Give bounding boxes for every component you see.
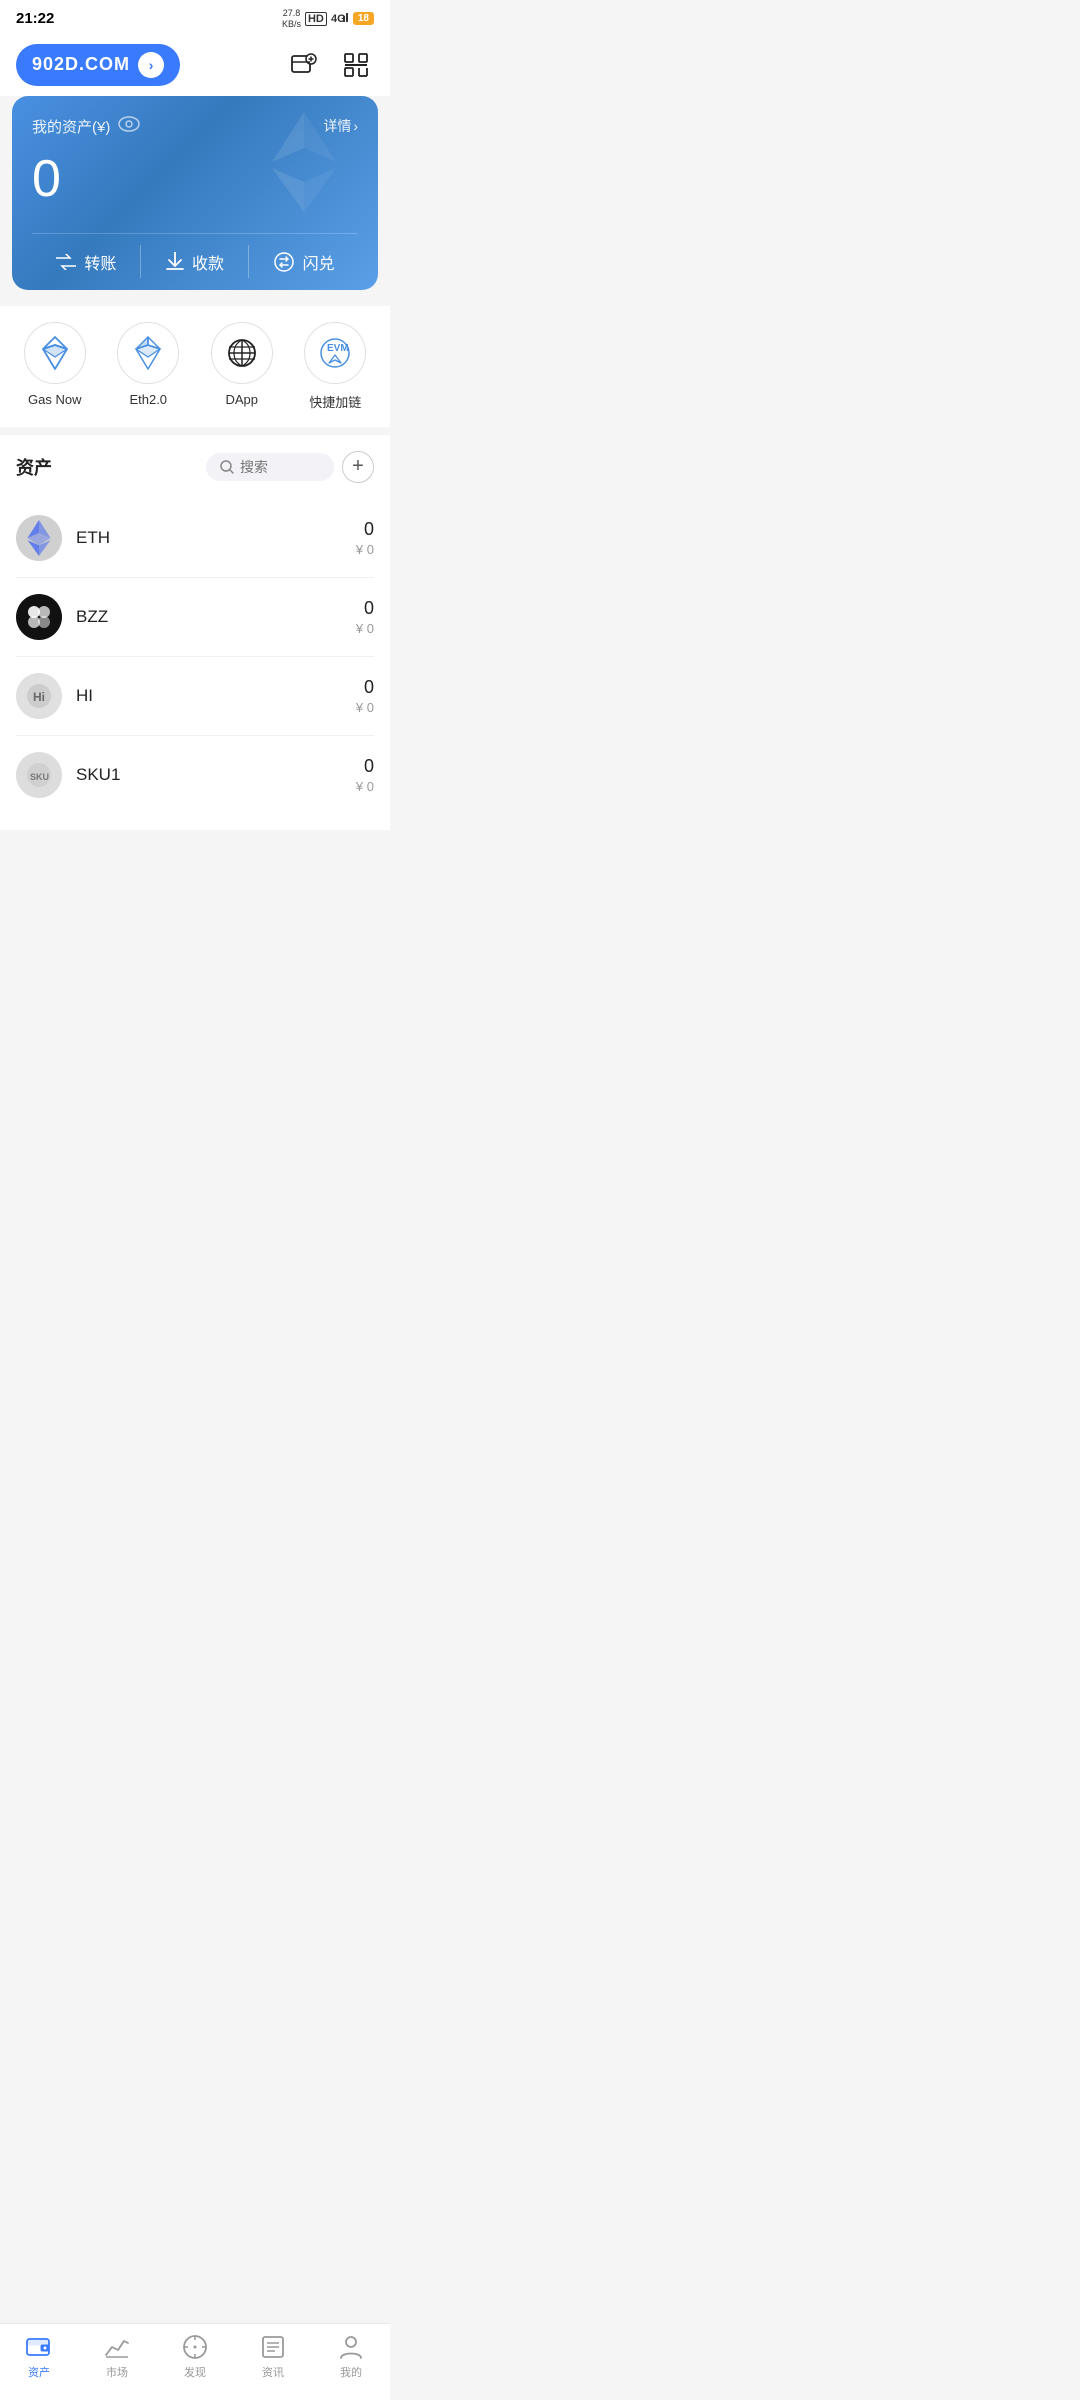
- swap-label: 闪兑: [303, 250, 335, 274]
- bzz-logo: [16, 594, 62, 640]
- receive-button[interactable]: 收款: [141, 234, 250, 290]
- receive-label: 收款: [192, 250, 224, 274]
- asset-label: 我的资产(¥): [32, 116, 140, 137]
- battery-icon: 18: [353, 12, 374, 25]
- profile-icon: [338, 2334, 364, 2360]
- assets-section: 资产 +: [0, 435, 390, 830]
- asset-info-bzz: BZZ: [76, 607, 356, 627]
- hi-cny: ¥ 0: [356, 700, 374, 715]
- sku1-cny: ¥ 0: [356, 779, 374, 794]
- asset-info-sku1: SKU1: [76, 765, 356, 785]
- assets-title: 资产: [16, 454, 52, 480]
- network-icon: 4G: [331, 10, 349, 27]
- search-input[interactable]: [240, 459, 320, 475]
- bottom-nav: 资产 市场 发现: [0, 2323, 390, 2400]
- asset-name-bzz: BZZ: [76, 607, 356, 627]
- status-bar: 21:22 27.8 KB/s HD 4G 18: [0, 0, 390, 34]
- quick-action-eth2[interactable]: Eth2.0: [117, 322, 179, 411]
- assets-header: 资产 +: [16, 451, 374, 483]
- nav-item-assets[interactable]: 资产: [9, 2334, 69, 2380]
- add-chain-label: 快捷加链: [309, 392, 361, 411]
- asset-values-hi: 0 ¥ 0: [356, 677, 374, 715]
- search-icon: [220, 460, 234, 474]
- asset-actions: 转账 收款 闪兑: [32, 233, 358, 290]
- logo-arrow-icon: ›: [138, 52, 164, 78]
- sku1-logo: SKU: [16, 752, 62, 798]
- eth-logo: [16, 515, 62, 561]
- gas-now-icon: [24, 322, 86, 384]
- asset-item-hi[interactable]: Hi HI 0 ¥ 0: [16, 657, 374, 736]
- asset-list: ETH 0 ¥ 0 BZZ 0 ¥ 0: [16, 499, 374, 814]
- hd-badge: HD: [305, 12, 327, 26]
- bzz-balance: 0: [356, 598, 374, 619]
- nav-label-profile: 我的: [340, 2364, 362, 2380]
- nav-label-market: 市场: [106, 2364, 128, 2380]
- chart-icon: [104, 2334, 130, 2360]
- search-bar: +: [206, 451, 374, 483]
- eye-icon[interactable]: [118, 116, 140, 136]
- asset-info-eth: ETH: [76, 528, 356, 548]
- status-icons: 27.8 KB/s HD 4G 18: [282, 8, 374, 30]
- asset-item-bzz[interactable]: BZZ 0 ¥ 0: [16, 578, 374, 657]
- svg-text:Hi: Hi: [33, 690, 45, 704]
- eth2-icon: [117, 322, 179, 384]
- asset-item-sku1[interactable]: SKU SKU1 0 ¥ 0: [16, 736, 374, 814]
- nav-label-news: 资讯: [262, 2364, 284, 2380]
- bzz-cny: ¥ 0: [356, 621, 374, 636]
- search-input-wrap[interactable]: [206, 453, 334, 481]
- dapp-label: DApp: [225, 392, 258, 407]
- scan-plus-button[interactable]: [286, 47, 322, 83]
- asset-item-eth[interactable]: ETH 0 ¥ 0: [16, 499, 374, 578]
- hi-balance: 0: [356, 677, 374, 698]
- app-header: 902D.COM ›: [0, 34, 390, 96]
- asset-name-hi: HI: [76, 686, 356, 706]
- asset-name-eth: ETH: [76, 528, 356, 548]
- logo-button[interactable]: 902D.COM ›: [16, 44, 180, 86]
- asset-values-eth: 0 ¥ 0: [356, 519, 374, 557]
- nav-item-profile[interactable]: 我的: [321, 2334, 381, 2380]
- nav-label-discover: 发现: [184, 2364, 206, 2380]
- wallet-icon: [26, 2334, 52, 2360]
- eth2-label: Eth2.0: [129, 392, 167, 407]
- speed-indicator: 27.8 KB/s: [282, 8, 301, 30]
- nav-item-news[interactable]: 资讯: [243, 2334, 303, 2380]
- svg-text:SKU: SKU: [30, 772, 49, 782]
- nav-item-discover[interactable]: 发现: [165, 2334, 225, 2380]
- eth-cny: ¥ 0: [356, 542, 374, 557]
- transfer-label: 转账: [84, 250, 116, 274]
- quick-action-gas-now[interactable]: Gas Now: [24, 322, 86, 411]
- asset-values-sku1: 0 ¥ 0: [356, 756, 374, 794]
- swap-button[interactable]: 闪兑: [249, 234, 358, 290]
- transfer-button[interactable]: 转账: [32, 234, 141, 290]
- eth-balance: 0: [356, 519, 374, 540]
- header-actions: [286, 47, 374, 83]
- quick-action-add-chain[interactable]: EVM 快捷加链: [304, 322, 366, 411]
- gas-now-label: Gas Now: [28, 392, 81, 407]
- news-icon: [260, 2334, 286, 2360]
- quick-action-dapp[interactable]: DApp: [211, 322, 273, 411]
- asset-values-bzz: 0 ¥ 0: [356, 598, 374, 636]
- quick-actions: Gas Now Eth2.0 DApp: [0, 306, 390, 427]
- logo-text: 902D.COM: [32, 54, 130, 75]
- nav-label-assets: 资产: [28, 2364, 50, 2380]
- compass-nav-icon: [182, 2334, 208, 2360]
- add-asset-button[interactable]: +: [342, 451, 374, 483]
- hi-logo: Hi: [16, 673, 62, 719]
- sku1-balance: 0: [356, 756, 374, 777]
- asset-info-hi: HI: [76, 686, 356, 706]
- status-time: 21:22: [16, 10, 54, 27]
- scan-button[interactable]: [338, 47, 374, 83]
- asset-name-sku1: SKU1: [76, 765, 356, 785]
- asset-card: 我的资产(¥) 详情 › 0: [12, 96, 378, 290]
- svg-text:EVM: EVM: [327, 343, 349, 354]
- dapp-icon: [211, 322, 273, 384]
- nav-item-market[interactable]: 市场: [87, 2334, 147, 2380]
- add-chain-icon: EVM: [304, 322, 366, 384]
- eth-watermark: [254, 112, 354, 217]
